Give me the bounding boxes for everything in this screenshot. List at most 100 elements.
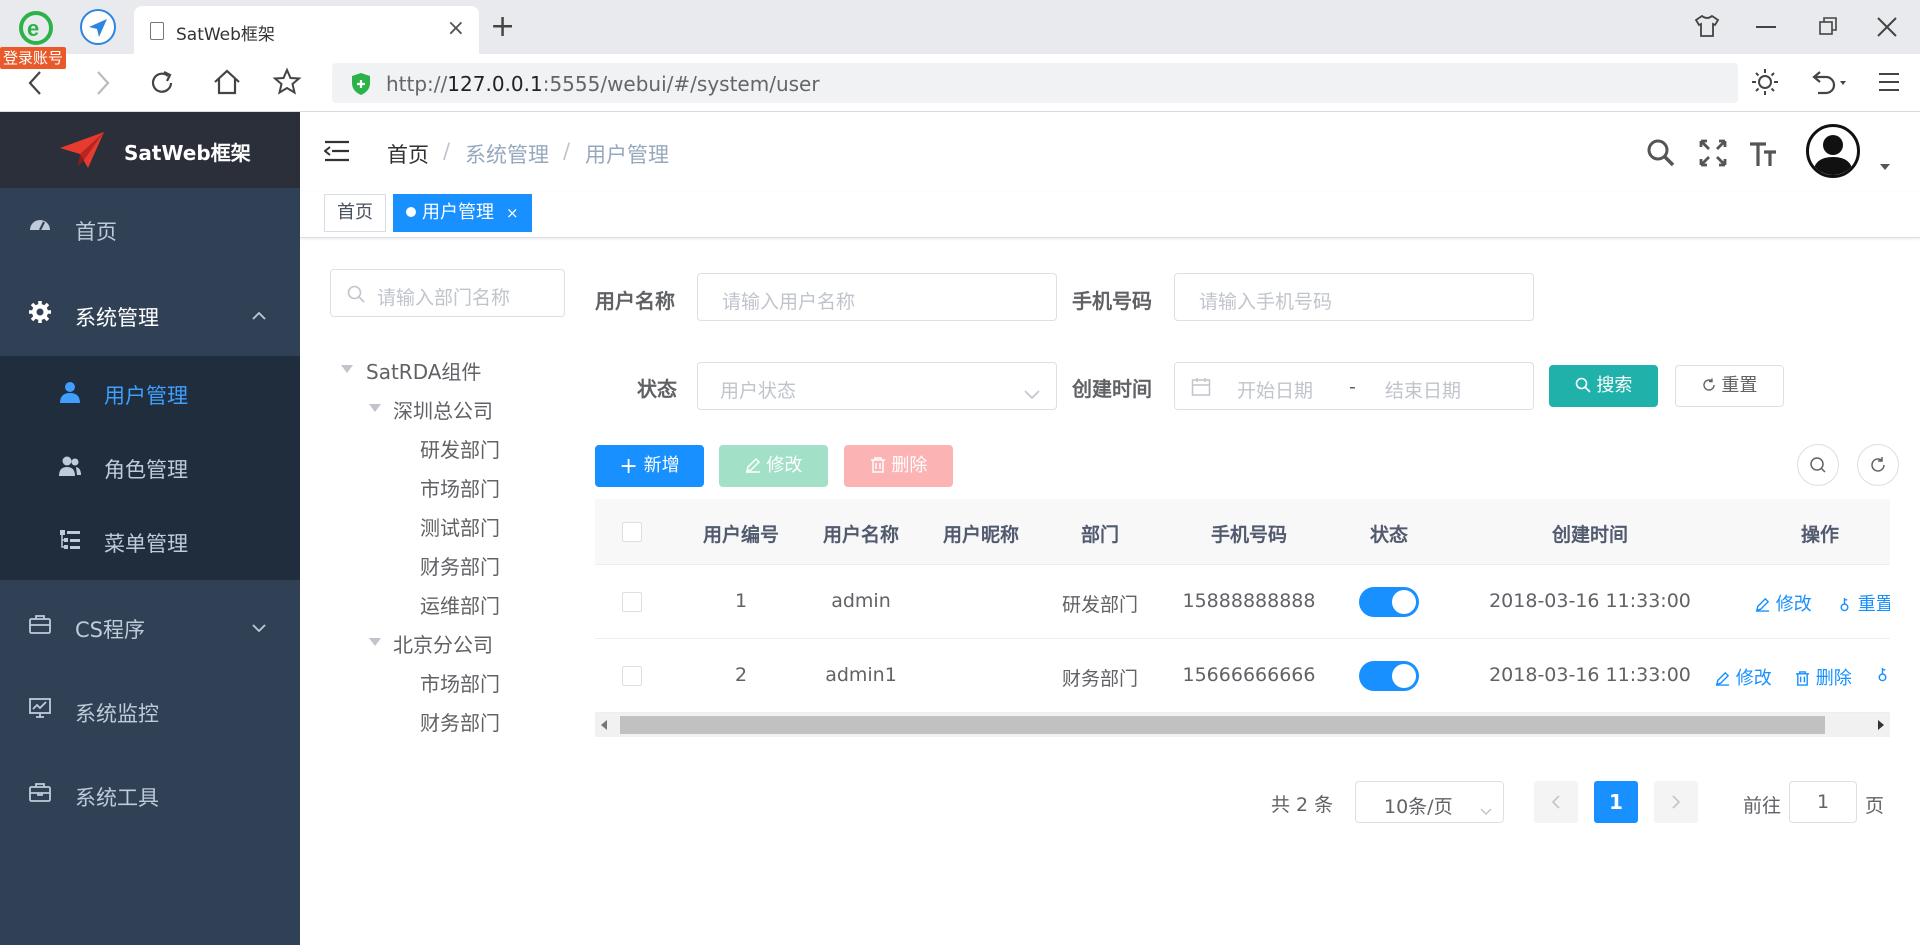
delete-link[interactable]: 删除 (1795, 664, 1852, 690)
table-row[interactable]: 2 admin1 财务部门 15666666666 2018-03-16 11:… (595, 639, 1890, 713)
edit-link-label: 修改 (1775, 594, 1812, 615)
select-all-checkbox[interactable] (622, 522, 642, 542)
reset-password-link[interactable]: 重置 (1837, 590, 1890, 616)
expand-caret-icon[interactable] (369, 638, 381, 646)
address-bar[interactable]: http://127.0.0.1:5555/webui/#/system/use… (332, 63, 1738, 103)
edit-button[interactable]: 修改 (719, 445, 828, 487)
sidebar-item-menu-management[interactable]: 菜单管理 (0, 504, 300, 578)
delete-button[interactable]: 删除 (844, 445, 953, 487)
menu-item-system-monitor[interactable]: 系统监控 (0, 670, 300, 750)
minimize-icon[interactable] (1756, 26, 1776, 28)
page-size-select[interactable]: 10条/页 (1355, 781, 1504, 823)
skin-icon[interactable] (1694, 14, 1720, 42)
tag-user-management[interactable]: 用户管理 × (393, 194, 532, 232)
prev-page-button[interactable] (1534, 781, 1578, 823)
bookmark-star-icon[interactable] (272, 67, 302, 101)
menu-item-system-tools[interactable]: 系统工具 (0, 754, 300, 834)
tree-node-dept[interactable]: 财务部门 (420, 707, 500, 736)
menu-item-home[interactable]: 首页 (0, 188, 300, 268)
goto-page-input[interactable]: 1 (1789, 781, 1857, 823)
status-select[interactable]: 用户状态 (697, 362, 1057, 410)
tree-node-dept[interactable]: 财务部门 (420, 551, 500, 580)
briefcase-icon (28, 612, 52, 636)
close-window-icon[interactable] (1876, 16, 1898, 42)
username-input[interactable]: 请输入用户名称 (697, 273, 1057, 321)
tree-node-dept[interactable]: 运维部门 (420, 590, 500, 619)
navigation-extension-icon[interactable] (79, 8, 117, 46)
sidebar-item-role-management[interactable]: 角色管理 (0, 430, 300, 504)
hamburger-icon[interactable] (323, 140, 350, 166)
back-icon[interactable] (26, 70, 46, 100)
add-button-label: 新增 (643, 455, 680, 476)
reset-button[interactable]: 重置 (1675, 365, 1784, 407)
cell-user-id: 1 (734, 590, 748, 612)
undo-icon[interactable] (1808, 68, 1848, 102)
tag-home[interactable]: 首页 (324, 194, 386, 232)
row-checkbox[interactable] (622, 592, 642, 612)
tag-close-icon[interactable]: × (506, 204, 519, 222)
tree-node-dept[interactable]: 研发部门 (420, 434, 500, 463)
menu-icon[interactable] (1878, 72, 1900, 96)
edit-link[interactable]: 修改 (1715, 664, 1772, 690)
menu-item-system-management[interactable]: 系统管理 (0, 274, 300, 354)
forward-icon[interactable] (92, 70, 112, 100)
scroll-left-icon[interactable] (601, 720, 607, 730)
chevron-right-icon (1672, 795, 1681, 809)
tree-node-beijing[interactable]: 北京分公司 (393, 629, 493, 658)
dept-search-input[interactable]: 请输入部门名称 (330, 269, 565, 317)
date-range-picker[interactable]: 开始日期 - 结束日期 (1174, 362, 1534, 410)
tree-node-root[interactable]: SatRDA组件 (366, 356, 481, 385)
browser-logo-icon[interactable]: e (18, 10, 54, 46)
key-link-icon[interactable] (1875, 664, 1890, 685)
sidebar-logo[interactable]: SatWeb框架 (0, 112, 300, 188)
end-date-placeholder[interactable]: 结束日期 (1385, 376, 1461, 403)
caret-down-icon[interactable] (1880, 164, 1890, 170)
browser-tab[interactable]: SatWeb框架 × (134, 6, 479, 54)
trash-icon (870, 457, 885, 473)
row-checkbox[interactable] (622, 666, 642, 686)
scrollbar-thumb[interactable] (620, 716, 1825, 734)
tree-node-dept[interactable]: 市场部门 (420, 668, 500, 697)
page-number-button[interactable]: 1 (1594, 781, 1638, 823)
placeholder: 用户状态 (720, 380, 797, 402)
tab-close-icon[interactable]: × (447, 16, 465, 41)
status-switch[interactable] (1359, 661, 1419, 691)
scroll-right-icon[interactable] (1878, 720, 1884, 730)
restore-icon[interactable] (1818, 16, 1838, 40)
edit-link[interactable]: 修改 (1755, 590, 1812, 616)
toggle-search-button[interactable] (1797, 444, 1839, 486)
submenu-label: 角色管理 (104, 458, 188, 482)
tree-node-dept[interactable]: 测试部门 (420, 512, 500, 541)
url-text[interactable]: http://127.0.0.1:5555/webui/#/system/use… (386, 72, 820, 96)
horizontal-scrollbar[interactable] (595, 713, 1890, 737)
home-icon[interactable] (212, 68, 242, 100)
refresh-button[interactable] (1857, 444, 1899, 486)
breadcrumb-home[interactable]: 首页 (387, 139, 429, 169)
next-page-button[interactable] (1654, 781, 1698, 823)
menu-item-cs-program[interactable]: CS程序 (0, 586, 300, 666)
tree-node-dept[interactable]: 市场部门 (420, 473, 500, 502)
tree-node-shenzhen[interactable]: 深圳总公司 (393, 395, 493, 424)
phone-input[interactable]: 请输入手机号码 (1174, 273, 1534, 321)
new-tab-icon[interactable]: + (490, 12, 515, 42)
sidebar-item-user-management[interactable]: 用户管理 (0, 356, 300, 430)
brightness-icon[interactable] (1750, 67, 1780, 101)
breadcrumb-current: 用户管理 (585, 143, 669, 167)
reload-icon[interactable] (148, 69, 176, 101)
fullscreen-icon[interactable] (1698, 138, 1728, 168)
user-icon (58, 380, 82, 404)
chevron-down-icon (1024, 383, 1040, 405)
expand-caret-icon[interactable] (341, 365, 353, 373)
start-date-placeholder[interactable]: 开始日期 (1237, 376, 1313, 403)
status-switch[interactable] (1359, 587, 1419, 617)
add-button[interactable]: + 新增 (595, 445, 704, 487)
login-badge[interactable]: 登录账号 (0, 47, 67, 69)
cell-created-time: 2018-03-16 11:33:00 (1489, 590, 1691, 612)
breadcrumb-system[interactable]: 系统管理 (465, 139, 549, 169)
avatar[interactable] (1806, 124, 1860, 178)
font-size-icon[interactable] (1748, 138, 1778, 168)
table-row[interactable]: 1 admin 研发部门 15888888888 2018-03-16 11:3… (595, 565, 1890, 639)
search-icon[interactable] (1646, 138, 1676, 168)
expand-caret-icon[interactable] (369, 404, 381, 412)
search-button[interactable]: 搜索 (1549, 365, 1658, 407)
